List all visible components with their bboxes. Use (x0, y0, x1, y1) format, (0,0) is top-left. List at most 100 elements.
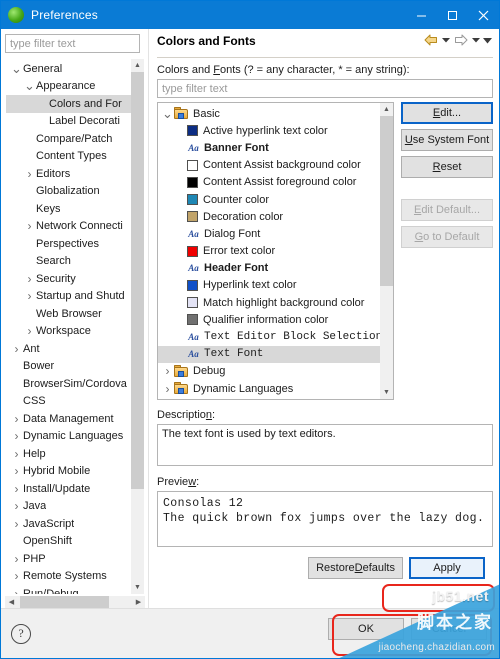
sidebar-item-javascript[interactable]: › JavaScript (6, 515, 131, 533)
colors-fonts-filter-input[interactable]: type filter text (157, 79, 493, 98)
sidebar-item-ant[interactable]: › Ant (6, 340, 131, 358)
colors-scroll-track[interactable] (380, 116, 393, 386)
colors-tree-item[interactable]: Content Assist background color (158, 157, 380, 174)
colors-tree-item[interactable]: Hyperlink text color (158, 277, 380, 294)
sidebar-item-network-connecti[interactable]: › Network Connecti (6, 218, 131, 236)
nav-horizontal-scrollbar[interactable]: ◀ ▶ (5, 595, 145, 608)
sidebar-item-data-management[interactable]: › Data Management (6, 410, 131, 428)
sidebar-item-label-decorati[interactable]: Label Decorati (6, 113, 131, 131)
preview-label-pre: Previe (157, 476, 189, 488)
sidebar-item-compare-patch[interactable]: Compare/Patch (6, 130, 131, 148)
nav-scroll-thumb[interactable] (131, 72, 144, 490)
reset-button[interactable]: Reset (401, 156, 493, 178)
close-icon[interactable] (468, 1, 499, 29)
sidebar-item-openshift[interactable]: OpenShift (6, 533, 131, 551)
colors-tree-item[interactable]: ›Git (158, 397, 380, 400)
use-system-font-button[interactable]: Use System Font (401, 129, 493, 151)
colors-tree-item[interactable]: Content Assist foreground color (158, 174, 380, 191)
sidebar-item-label: PHP (23, 552, 46, 565)
colors-tree-item[interactable]: Counter color (158, 191, 380, 208)
colors-tree-item[interactable]: › Debug (158, 363, 380, 380)
sidebar-item-java[interactable]: › Java (6, 498, 131, 516)
sidebar-item-hybrid-mobile[interactable]: › Hybrid Mobile (6, 463, 131, 481)
maximize-icon[interactable] (437, 1, 468, 29)
colors-tree-item[interactable]: Active hyperlink text color (158, 122, 380, 139)
page-footer-buttons: Restore Defaults Apply (157, 547, 493, 579)
colors-tree-item[interactable]: Qualifier information color (158, 311, 380, 328)
question-mark-icon[interactable]: ? (11, 623, 31, 644)
color-swatch (187, 159, 198, 171)
sidebar-item-php[interactable]: › PHP (6, 550, 131, 568)
sidebar-item-security[interactable]: › Security (6, 270, 131, 288)
sidebar-item-bower[interactable]: Bower (6, 358, 131, 376)
colors-tree-item[interactable]: Aa Header Font (158, 260, 380, 277)
color-swatch (187, 245, 198, 257)
sidebar-item-web-browser[interactable]: Web Browser (6, 305, 131, 323)
nav-vertical-scrollbar[interactable]: ▲ ▼ (131, 59, 144, 594)
colors-tree-item-label: Basic (193, 107, 220, 120)
sidebar-item-general[interactable]: ⌄ General (6, 60, 131, 78)
dialog-action-buttons: OK Cancel (328, 618, 487, 640)
colors-tree-item[interactable]: › Dynamic Languages (158, 380, 380, 397)
sidebar-item-content-types[interactable]: Content Types (6, 148, 131, 166)
ok-button[interactable]: OK (328, 618, 404, 640)
colors-tree-item[interactable]: Decoration color (158, 208, 380, 225)
colors-tree-vertical-scrollbar[interactable]: ▲ ▼ (380, 103, 393, 399)
sidebar-item-install-update[interactable]: › Install/Update (6, 480, 131, 498)
cancel-button[interactable]: Cancel (411, 618, 487, 640)
sidebar-item-help[interactable]: › Help (6, 445, 131, 463)
back-dropdown-chevron-down-icon[interactable] (440, 32, 451, 48)
chevron-right-icon: › (14, 341, 19, 356)
back-arrow-icon[interactable] (422, 32, 439, 48)
sidebar-item-label: Colors and For (49, 97, 122, 110)
sidebar-item-workspace[interactable]: › Workspace (6, 323, 131, 341)
restore-defaults-accel: D (354, 562, 363, 574)
colors-tree-item[interactable]: Match highlight background color (158, 294, 380, 311)
nav-filter-input[interactable]: type filter text (5, 34, 140, 53)
colors-tree-item[interactable]: Aa Banner Font (158, 139, 380, 156)
colors-tree-item[interactable]: Error text color (158, 243, 380, 260)
sidebar-item-search[interactable]: Search (6, 253, 131, 271)
apply-button[interactable]: Apply (409, 557, 485, 579)
sidebar-item-label: Data Management (23, 412, 114, 425)
sidebar-item-appearance[interactable]: ⌄ Appearance (6, 78, 131, 96)
sidebar-item-css[interactable]: CSS (6, 393, 131, 411)
chevron-right-icon: › (27, 324, 32, 339)
edit-button[interactable]: Edit... (401, 102, 493, 124)
minimize-icon[interactable] (406, 1, 437, 29)
nav-hscroll-track[interactable] (18, 596, 132, 608)
nav-hscroll-thumb[interactable] (20, 596, 109, 608)
colors-fonts-tree[interactable]: ⌄ Basic Active hyperlink text color Aa Banne… (158, 103, 380, 399)
sidebar-item-colors-and-for[interactable]: Colors and For (6, 95, 131, 113)
nav-scroll-track[interactable] (131, 72, 144, 581)
sidebar-item-run-debug[interactable]: › Run/Debug (6, 585, 131, 594)
restore-defaults-button[interactable]: Restore Defaults (308, 557, 403, 579)
scroll-left-icon[interactable]: ◀ (5, 596, 18, 608)
sidebar-item-editors[interactable]: › Editors (6, 165, 131, 183)
sidebar-item-remote-systems[interactable]: › Remote Systems (6, 568, 131, 586)
forward-arrow-icon[interactable] (452, 32, 469, 48)
sidebar-item-label: CSS (23, 395, 46, 408)
scroll-right-icon[interactable]: ▶ (132, 596, 145, 608)
sidebar-item-keys[interactable]: Keys (6, 200, 131, 218)
colors-tree-item[interactable]: Aa Text Editor Block Selection Font (158, 328, 380, 345)
preference-tree[interactable]: ⌄ General ⌄ Appearance Colors and For Label D… (6, 59, 131, 594)
sidebar-item-label: Keys (36, 202, 61, 215)
header-divider (157, 57, 493, 58)
sidebar-item-perspectives[interactable]: Perspectives (6, 235, 131, 253)
scroll-down-icon[interactable]: ▼ (131, 581, 144, 594)
sidebar-item-startup-and-shutd[interactable]: › Startup and Shutd (6, 288, 131, 306)
sidebar-item-label: Web Browser (36, 307, 102, 320)
forward-dropdown-chevron-down-icon[interactable] (470, 32, 481, 48)
sidebar-item-dynamic-languages[interactable]: › Dynamic Languages (6, 428, 131, 446)
colors-scroll-down-icon[interactable]: ▼ (380, 386, 393, 399)
colors-scroll-up-icon[interactable]: ▲ (380, 103, 393, 116)
sidebar-item-browsersim-cordova[interactable]: BrowserSim/Cordova (6, 375, 131, 393)
colors-scroll-thumb[interactable] (380, 116, 393, 287)
colors-tree-item[interactable]: ⌄ Basic (158, 105, 380, 122)
colors-tree-item[interactable]: Aa Dialog Font (158, 225, 380, 242)
page-menu-chevron-down-icon[interactable] (482, 32, 493, 48)
colors-tree-item[interactable]: Aa Text Font (158, 345, 380, 363)
scroll-up-icon[interactable]: ▲ (131, 59, 144, 72)
sidebar-item-globalization[interactable]: Globalization (6, 183, 131, 201)
